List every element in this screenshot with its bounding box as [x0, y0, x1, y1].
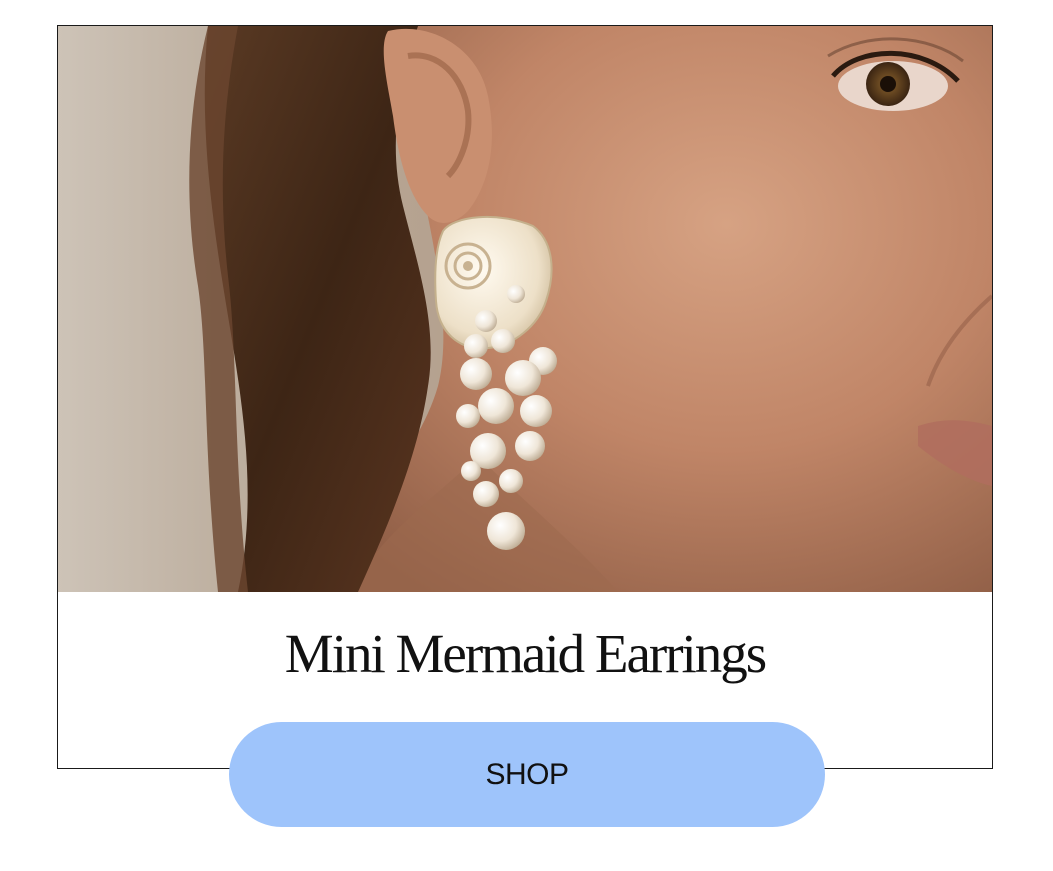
shop-button[interactable]: SHOP — [229, 722, 825, 827]
product-title: Mini Mermaid Earrings — [284, 623, 767, 684]
product-image[interactable] — [58, 26, 992, 592]
product-card[interactable]: Mini Mermaid Earrings — [57, 25, 993, 769]
